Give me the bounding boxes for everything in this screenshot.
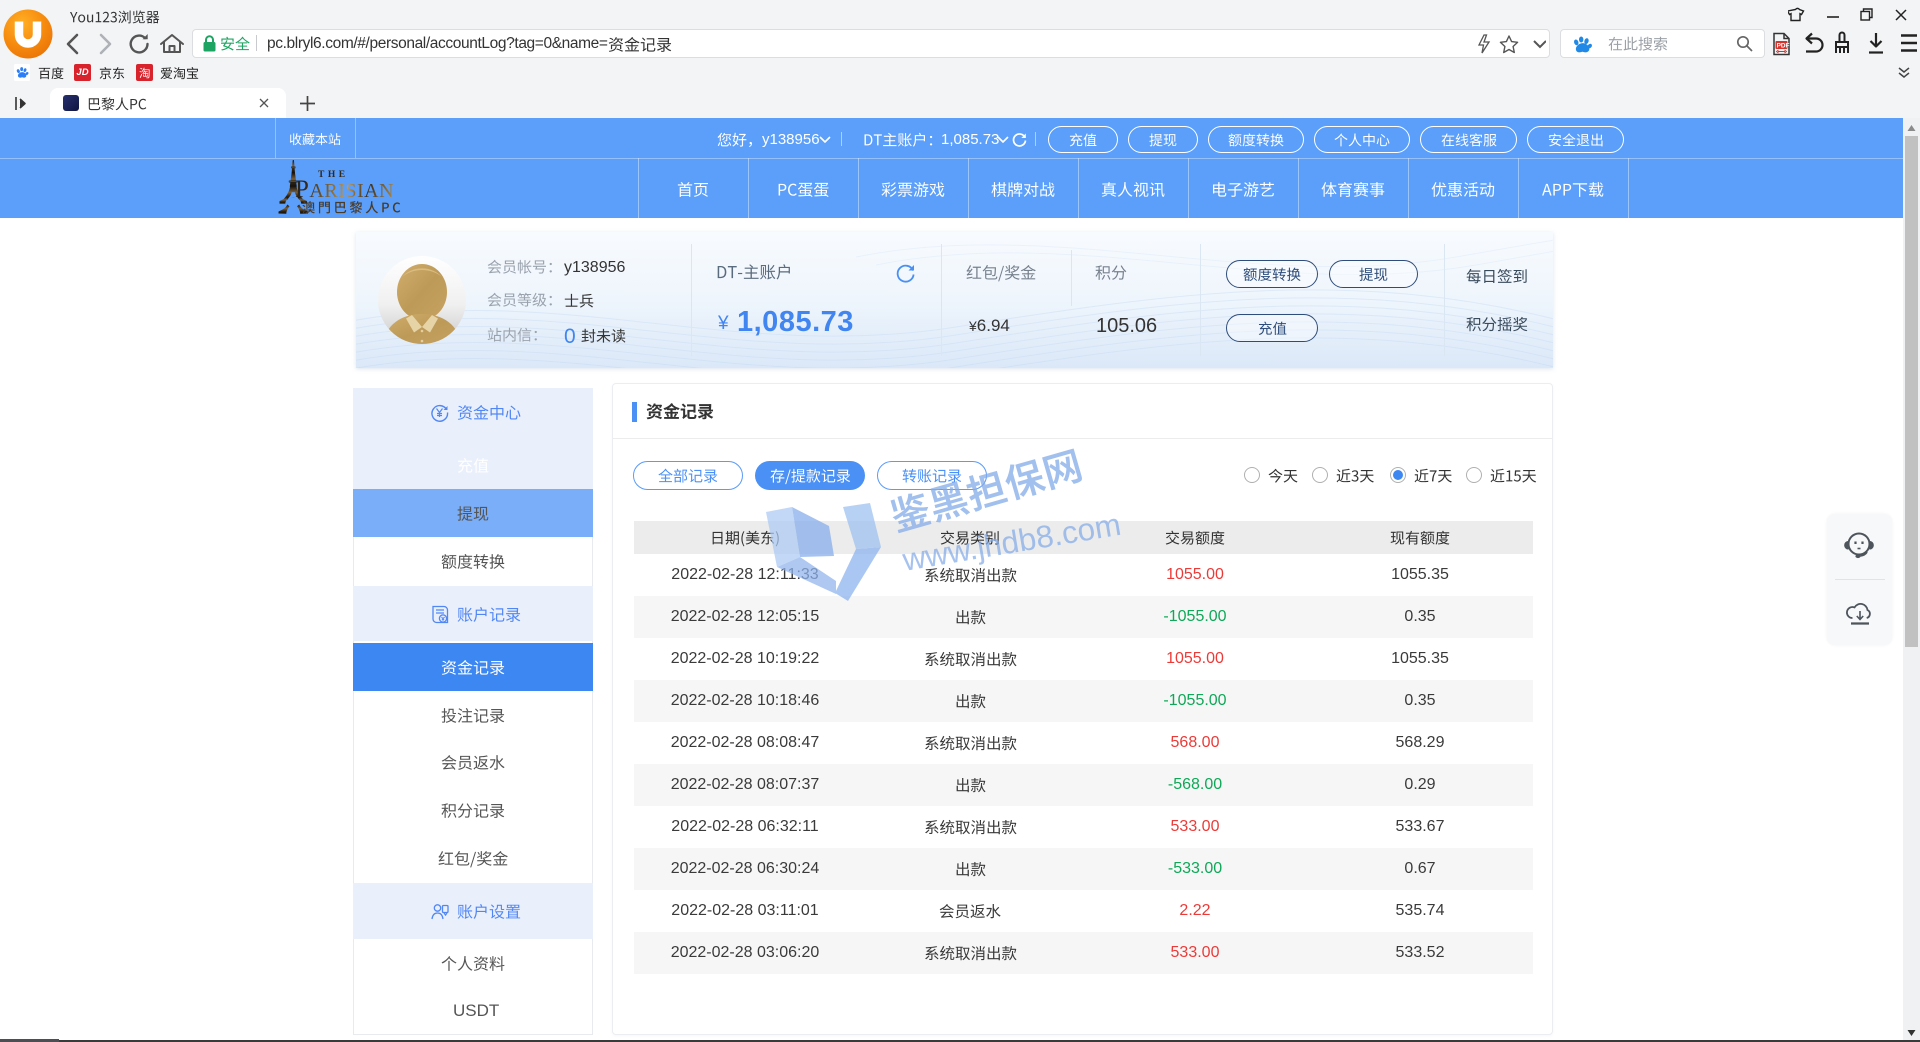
svg-text:PDF: PDF: [1777, 43, 1790, 50]
